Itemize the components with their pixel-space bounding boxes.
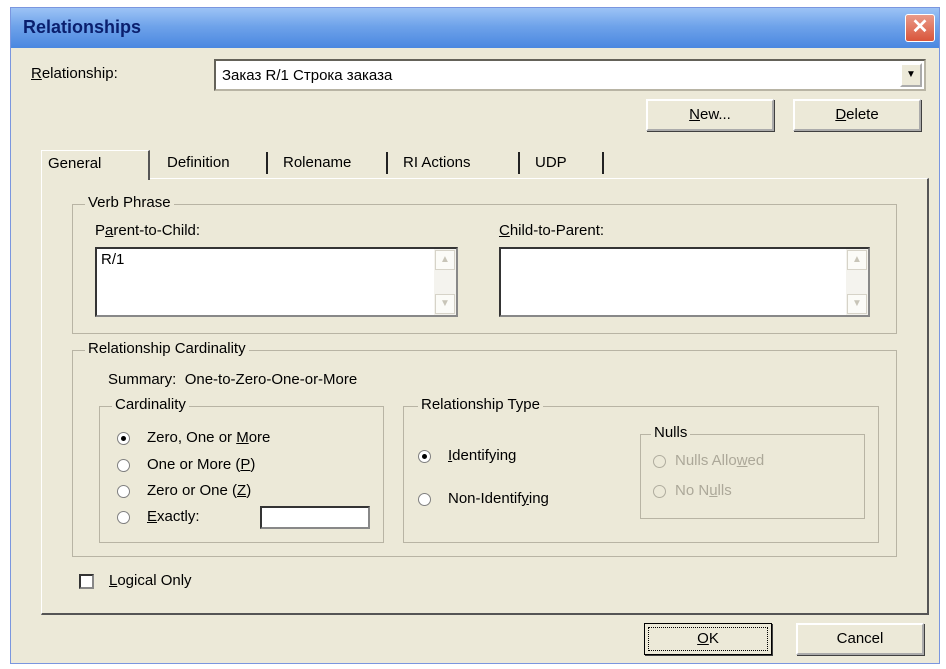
scroll-up-icon[interactable]: ▲ bbox=[435, 250, 455, 270]
radio-button-icon[interactable] bbox=[653, 455, 666, 468]
dropdown-arrow-icon[interactable]: ▼ bbox=[900, 63, 922, 87]
relationship-combobox[interactable]: Заказ R/1 Строка заказа ▼ bbox=[214, 59, 926, 91]
nulls-legend: Nulls bbox=[651, 424, 691, 441]
tab-separator bbox=[386, 152, 388, 174]
parent-to-child-label: Parent-to-Child: bbox=[95, 222, 201, 239]
tab-general[interactable]: General bbox=[41, 150, 150, 180]
child-to-parent-textarea[interactable]: ▲ ▼ bbox=[499, 247, 870, 317]
scrollbar[interactable]: ▲ ▼ bbox=[846, 249, 868, 315]
summary-label: Summary: bbox=[108, 371, 177, 388]
relationship-cardinality-legend: Relationship Cardinality bbox=[85, 340, 249, 357]
tab-separator bbox=[266, 152, 268, 174]
delete-button[interactable]: Delete bbox=[793, 99, 921, 131]
radio-button-icon[interactable] bbox=[418, 450, 431, 463]
ok-button[interactable]: OK bbox=[644, 623, 772, 655]
parent-to-child-value: R/1 bbox=[101, 251, 125, 268]
radio-button-icon[interactable] bbox=[117, 459, 130, 472]
radio-button-icon[interactable] bbox=[117, 432, 130, 445]
relationship-type-legend: Relationship Type bbox=[418, 396, 543, 413]
verb-phrase-legend: Verb Phrase bbox=[85, 194, 174, 211]
tab-separator bbox=[602, 152, 604, 174]
cardinality-group: Cardinality Zero, One or More One or Mor… bbox=[99, 396, 384, 543]
window-title: Relationships bbox=[23, 17, 142, 37]
cancel-button[interactable]: Cancel bbox=[796, 623, 924, 655]
scrollbar[interactable]: ▲ ▼ bbox=[434, 249, 456, 315]
tab-ri-actions[interactable]: RI Actions bbox=[397, 150, 477, 177]
relationship-value: Заказ R/1 Строка заказа bbox=[222, 67, 393, 84]
cardinality-legend: Cardinality bbox=[112, 396, 189, 413]
tab-separator bbox=[518, 152, 520, 174]
summary-value: One-to-Zero-One-or-More bbox=[184, 371, 358, 388]
tab-udp[interactable]: UDP bbox=[529, 150, 573, 177]
relationship-type-group: Relationship Type Identifying Non-Identi… bbox=[403, 396, 879, 543]
relationship-cardinality-group: Relationship Cardinality Summary: One-to… bbox=[72, 340, 897, 557]
radio-button-icon[interactable] bbox=[418, 493, 431, 506]
parent-to-child-textarea[interactable]: R/1 ▲ ▼ bbox=[95, 247, 458, 317]
scroll-down-icon[interactable]: ▼ bbox=[435, 294, 455, 314]
tab-definition[interactable]: Definition bbox=[161, 150, 236, 177]
radio-button-icon[interactable] bbox=[117, 511, 130, 524]
scroll-down-icon[interactable]: ▼ bbox=[847, 294, 867, 314]
verb-phrase-group: Verb Phrase Parent-to-Child: R/1 ▲ ▼ Chi… bbox=[72, 194, 897, 334]
summary-row: Summary: One-to-Zero-One-or-More bbox=[108, 371, 357, 388]
new-button[interactable]: New... bbox=[646, 99, 774, 131]
checkbox-icon[interactable] bbox=[79, 574, 94, 589]
exactly-input[interactable] bbox=[260, 506, 370, 529]
tab-rolename[interactable]: Rolename bbox=[277, 150, 357, 177]
close-button[interactable]: ✕ bbox=[905, 14, 935, 42]
radio-button-icon[interactable] bbox=[117, 485, 130, 498]
radio-button-icon[interactable] bbox=[653, 485, 666, 498]
general-tab-panel: Verb Phrase Parent-to-Child: R/1 ▲ ▼ Chi… bbox=[41, 178, 929, 615]
nulls-group: Nulls Nulls Allowed No Nulls bbox=[640, 424, 865, 519]
title-bar[interactable]: Relationships ✕ bbox=[11, 8, 939, 48]
close-icon: ✕ bbox=[911, 16, 929, 38]
child-to-parent-label: Child-to-Parent: bbox=[499, 222, 605, 239]
relationships-dialog: Relationships ✕ Relationship: Заказ R/1 … bbox=[10, 7, 940, 664]
scroll-up-icon[interactable]: ▲ bbox=[847, 250, 867, 270]
relationship-label: Relationship: bbox=[31, 65, 118, 82]
